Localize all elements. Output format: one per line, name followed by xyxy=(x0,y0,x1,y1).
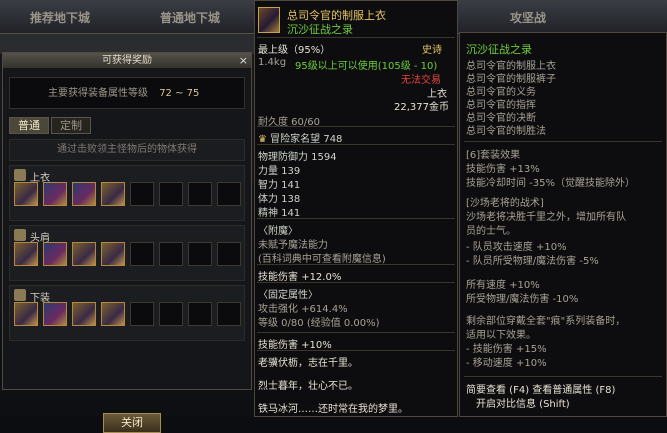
item-slot[interactable] xyxy=(14,242,38,266)
item-price: 22,377金币 xyxy=(394,102,449,113)
tab-normal-dungeon[interactable]: 普通地下城 xyxy=(160,9,220,26)
item-slot[interactable] xyxy=(14,302,38,326)
global-effect: 所有速度 +10% xyxy=(466,280,540,291)
category-pants: 下装 xyxy=(9,285,245,341)
stat-int: 智力 141 xyxy=(258,180,301,191)
compare-hint: 开启对比信息 (Shift) xyxy=(476,399,570,410)
item-slot[interactable] xyxy=(101,242,125,266)
flavor-text-3: 铁马冰河……还时常在我的梦里。 xyxy=(258,404,408,415)
item-slot[interactable] xyxy=(130,302,154,326)
item-slot[interactable] xyxy=(159,242,183,266)
category-top: 上衣 xyxy=(9,165,245,221)
item-slot[interactable] xyxy=(72,182,96,206)
tactic-desc: 员的士气。 xyxy=(466,226,516,237)
set-effect: 技能伤害 +13% xyxy=(466,164,540,175)
party-effect: - 队员所受物理/魔法伤害 -5% xyxy=(466,256,599,267)
item-icon xyxy=(258,7,280,33)
category-shoulder: 头肩 xyxy=(9,225,245,281)
item-tooltip: 总司令官的制服上衣 沉沙征战之录 最上级（95%） 史诗 1.4kg 95级以上… xyxy=(254,0,458,417)
pants-armor-icon xyxy=(14,289,26,301)
item-slot[interactable] xyxy=(159,182,183,206)
item-slot[interactable] xyxy=(43,182,67,206)
item-slot[interactable] xyxy=(101,182,125,206)
reward-hint: 通过击败领主怪物后的物体获得 xyxy=(9,139,245,161)
item-requirement: 95级以上可以使用(105级 - 10) xyxy=(295,61,438,72)
item-slot[interactable] xyxy=(217,182,241,206)
skill-damage-2: 技能伤害 +10% xyxy=(258,340,332,351)
set-effect-title: [6]套装效果 xyxy=(466,150,521,161)
enchant-hint: (百科词典中可查看附魔信息) xyxy=(258,254,386,265)
attribute-level-range: 72 ~ 75 xyxy=(159,88,200,99)
item-slot[interactable] xyxy=(188,242,212,266)
hotkey-hint: 简要查看 (F4) 查看普通属性 (F8) xyxy=(466,385,616,396)
rest-effect: 适用以下效果。 xyxy=(466,330,536,341)
enchant-title: 〈附魔〉 xyxy=(258,226,298,237)
party-effect: - 队员攻击速度 +10% xyxy=(466,242,567,253)
item-slot[interactable] xyxy=(43,242,67,266)
grade-exp: 等级 0/80 (经验值 0.00%) xyxy=(258,318,380,329)
close-icon[interactable]: × xyxy=(239,53,248,68)
item-slot[interactable] xyxy=(188,182,212,206)
item-slot[interactable] xyxy=(159,302,183,326)
top-armor-icon xyxy=(14,169,26,181)
background-strip xyxy=(0,34,255,54)
shoulder-armor-icon xyxy=(14,229,26,241)
reward-panel-header: 可获得奖励 × xyxy=(3,53,251,68)
stat-vit: 体力 138 xyxy=(258,194,301,205)
fixed-attr-title: 〈固定属性〉 xyxy=(258,290,318,301)
tactic-desc: 沙场老将决胜千里之外，增加所有队 xyxy=(466,212,626,223)
rest-effect: 剩余部位穿戴全套"痕"系列装备时， xyxy=(466,316,626,327)
item-slot[interactable] xyxy=(14,182,38,206)
set-info-tooltip: 沉沙征战之录 总司令官的制服上衣 总司令官的制服裤子 总司令官的义务 总司令官的… xyxy=(459,32,667,417)
item-slot[interactable] xyxy=(72,302,96,326)
set-title: 沉沙征战之录 xyxy=(466,43,532,56)
tab-recommended-dungeon[interactable]: 推荐地下城 xyxy=(30,9,90,26)
item-slot[interactable] xyxy=(72,242,96,266)
phys-defense: 物理防御力 1594 xyxy=(258,152,337,163)
item-weight: 1.4kg xyxy=(258,57,287,68)
close-button[interactable]: 关闭 xyxy=(103,413,161,433)
tab-normal[interactable]: 普通 xyxy=(9,117,49,134)
item-slot[interactable] xyxy=(188,302,212,326)
item-slot[interactable] xyxy=(217,242,241,266)
attribute-level-label: 主要获得装备属性等级 xyxy=(48,88,148,99)
item-set-name: 沉沙征战之录 xyxy=(287,23,353,36)
item-slot[interactable] xyxy=(130,242,154,266)
flavor-text-2: 烈士暮年，壮心不已。 xyxy=(258,381,358,392)
item-slot[interactable] xyxy=(101,302,125,326)
flavor-text-1: 老骥伏枥，志在千里。 xyxy=(258,358,358,369)
item-slot[interactable] xyxy=(217,302,241,326)
tactic-title: [沙场老将的战术] xyxy=(466,198,544,209)
set-part: 总司令官的制胜法 xyxy=(466,126,546,137)
item-rarity: 史诗 xyxy=(422,45,442,56)
enchant-none: 未赋予魔法能力 xyxy=(258,240,328,251)
item-slot[interactable] xyxy=(130,182,154,206)
item-grade: 最上级（95%） xyxy=(258,45,331,56)
reward-panel-title: 可获得奖励 xyxy=(102,55,152,66)
set-effect: 技能冷却时间 -35%（觉醒技能除外） xyxy=(466,178,636,189)
attribute-level-box: 主要获得装备属性等级 72 ~ 75 xyxy=(9,77,245,109)
stat-str: 力量 139 xyxy=(258,166,301,177)
item-slot[interactable] xyxy=(43,302,67,326)
tab-raid[interactable]: 攻坚战 xyxy=(510,9,546,26)
global-effect: 所受物理/魔法伤害 -10% xyxy=(466,294,579,305)
stat-spr: 精神 141 xyxy=(258,208,301,219)
reward-panel: 可获得奖励 × 主要获得装备属性等级 72 ~ 75 普通 定制 通过击败领主怪… xyxy=(2,52,252,433)
attack-enhance: 攻击强化 +614.4% xyxy=(258,304,348,315)
rest-effect: - 移动速度 +10% xyxy=(466,358,547,369)
trade-status: 无法交易 xyxy=(401,75,441,86)
rest-effect: - 技能伤害 +15% xyxy=(466,344,547,355)
tab-custom[interactable]: 定制 xyxy=(51,117,91,134)
